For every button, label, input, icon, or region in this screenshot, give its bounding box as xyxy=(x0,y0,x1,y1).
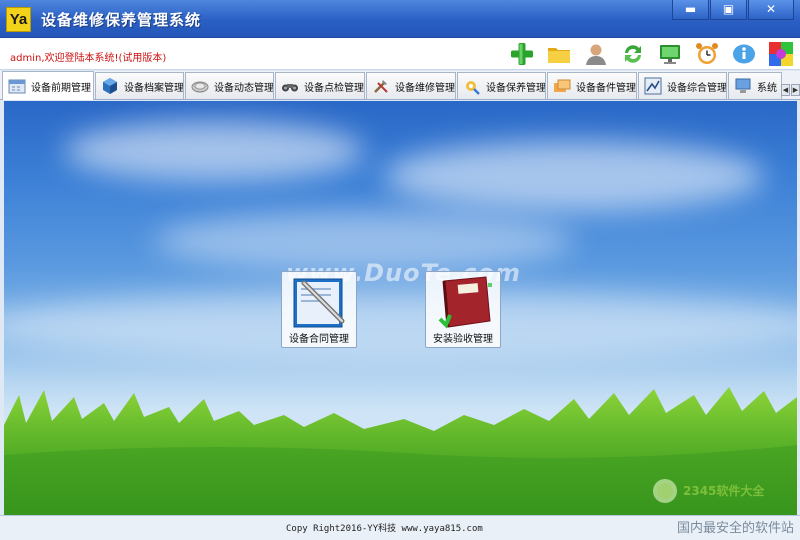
tab-equipment-repair[interactable]: 设备维修管理 xyxy=(366,72,456,99)
tab-label: 设备前期管理 xyxy=(31,82,91,94)
sky-cloud xyxy=(384,141,764,211)
tab-label: 设备档案管理 xyxy=(124,82,184,94)
app-logo: Ya xyxy=(6,7,31,32)
contract-book-icon xyxy=(293,278,345,328)
sky-cloud xyxy=(64,121,364,181)
welcome-message: admin,欢迎登陆本系统!(试用版本) xyxy=(10,53,167,64)
folder-icon[interactable] xyxy=(546,41,572,67)
tab-scroll-left-button[interactable]: ◀ xyxy=(781,84,790,96)
tile-label: 设备合同管理 xyxy=(289,334,349,345)
app-title: 设备维修保养管理系统 xyxy=(41,11,202,29)
title-bar[interactable]: Ya 设备维修保养管理系统 ▬ ▣ ✕ xyxy=(0,0,800,38)
tab-equipment-inspection[interactable]: 设备点检管理 xyxy=(275,72,365,99)
monitor-icon[interactable] xyxy=(657,41,683,67)
tab-label: 设备综合管理 xyxy=(667,82,727,94)
binoculars-icon xyxy=(282,84,298,92)
maximize-button[interactable]: ▣ xyxy=(710,0,747,20)
tab-bar: 设备前期管理 设备档案管理 设备动态管理 设备点检管理 设备维修管理 设备保养管… xyxy=(0,71,800,100)
desktop-area: www.DuoTe.com 设备合同管理 安装验收管理 2345软件大全 xyxy=(4,101,797,515)
tab-label: 设备维修管理 xyxy=(395,82,455,94)
tab-label: 设备保养管理 xyxy=(486,82,546,94)
minimize-button[interactable]: ▬ xyxy=(672,0,709,20)
tab-label: 设备备件管理 xyxy=(576,82,636,94)
tile-installation-acceptance[interactable]: 安装验收管理 xyxy=(425,271,501,348)
tab-equipment-parts[interactable]: 设备备件管理 xyxy=(547,72,637,99)
window-controls: ▬ ▣ ✕ xyxy=(672,0,794,22)
maintenance-icon xyxy=(466,81,480,95)
chart-icon xyxy=(644,77,662,95)
tab-equipment-archive[interactable]: 设备档案管理 xyxy=(95,72,184,99)
tile-label: 安装验收管理 xyxy=(433,334,493,345)
tools-icon xyxy=(374,80,388,93)
tab-equipment-maintenance[interactable]: 设备保养管理 xyxy=(457,72,546,99)
tab-label: 设备动态管理 xyxy=(214,82,274,94)
user-icon[interactable] xyxy=(583,41,609,67)
calendar-icon xyxy=(8,79,26,94)
tile-contract-management[interactable]: 设备合同管理 xyxy=(281,271,357,348)
tab-equipment-early[interactable]: 设备前期管理 xyxy=(2,71,94,100)
disc-icon xyxy=(191,81,209,93)
add-icon[interactable] xyxy=(509,41,535,67)
status-bar: Copy Right2016-YY科技 www.yaya815.com 国内最安… xyxy=(0,515,800,540)
horizon-haze xyxy=(4,291,797,361)
site-logo-text: 2345软件大全 xyxy=(683,483,765,498)
site-logo: 2345软件大全 xyxy=(653,479,765,503)
tab-equipment-dynamic[interactable]: 设备动态管理 xyxy=(185,72,274,99)
parts-icon xyxy=(554,79,571,92)
alarm-clock-icon[interactable] xyxy=(694,41,720,67)
close-button[interactable]: ✕ xyxy=(748,0,794,20)
color-palette-icon[interactable] xyxy=(768,41,794,67)
tab-system[interactable]: 系统 xyxy=(728,72,782,99)
tab-label: 设备点检管理 xyxy=(304,82,364,94)
tab-scroll-right-button[interactable]: ▶ xyxy=(791,84,800,96)
toolbar: admin,欢迎登陆本系统!(试用版本) xyxy=(0,38,800,70)
tab-equipment-comprehensive[interactable]: 设备综合管理 xyxy=(638,72,727,99)
acceptance-book-icon xyxy=(438,276,492,329)
toolbar-icons xyxy=(509,41,794,67)
tab-label: 系统 xyxy=(757,82,777,94)
copyright-text: Copy Right2016-YY科技 www.yaya815.com xyxy=(286,524,483,534)
corner-caption: 国内最安全的软件站 xyxy=(676,521,794,536)
refresh-icon[interactable] xyxy=(620,41,646,67)
system-icon xyxy=(735,78,751,93)
info-icon[interactable] xyxy=(731,41,757,67)
cube-icon xyxy=(103,78,117,94)
tab-scroll-buttons: ◀ ▶ xyxy=(781,84,800,96)
